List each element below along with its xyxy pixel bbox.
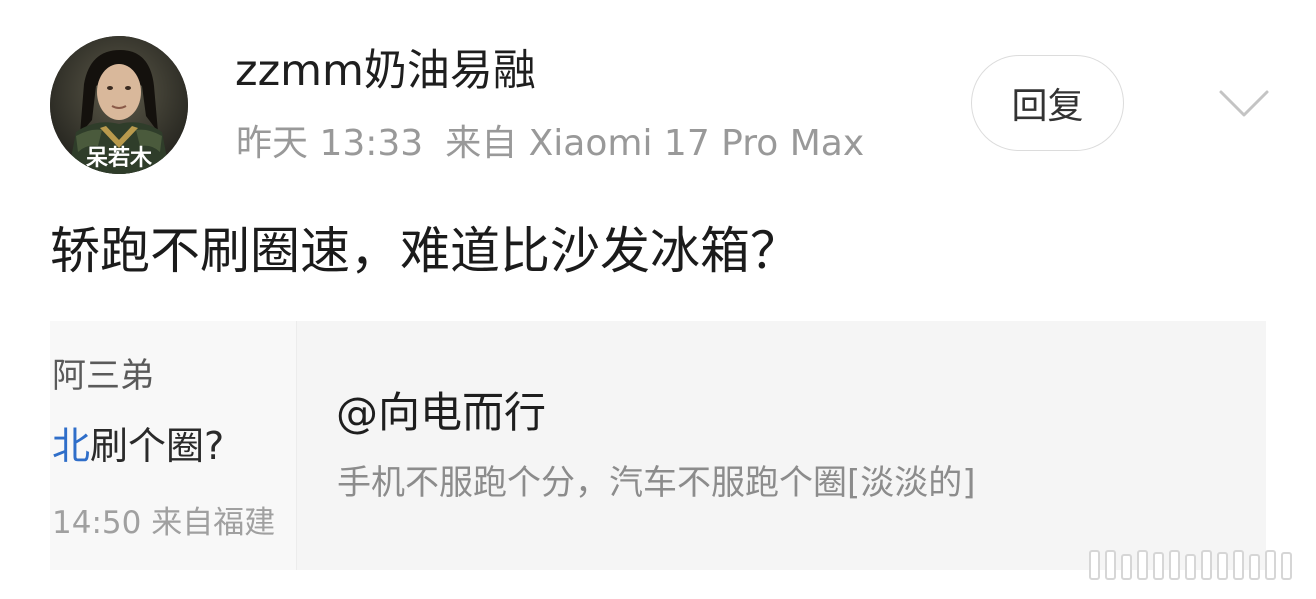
watermark-icon (1089, 550, 1292, 580)
avatar-portrait: 呆若木 (50, 36, 188, 174)
post-time: 昨天 13:33 (236, 123, 424, 164)
thumbnail-name: 阿三弟 (52, 356, 154, 396)
avatar[interactable]: 呆若木 (50, 36, 188, 174)
username[interactable]: zzmm奶油易融 (235, 45, 536, 97)
post-meta: 昨天 13:33 来自 Xiaomi 17 Pro Max (236, 122, 864, 166)
quote-thumbnail[interactable]: 阿三弟 北刷个圈? 14:50 来自福建 (50, 321, 297, 570)
avatar-caption: 呆若木 (85, 145, 153, 171)
quote-body: 手机不服跑个分，汽车不服跑个圈[淡淡的] (337, 463, 976, 503)
thumbnail-meta: 14:50 来自福建 (52, 505, 276, 541)
reply-button[interactable]: 回复 (971, 55, 1124, 151)
thumbnail-text: 北刷个圈? (52, 423, 224, 469)
thumbnail-text-highlight: 北 (52, 424, 91, 468)
chevron-down-icon[interactable] (1218, 88, 1270, 120)
post-text: 轿跑不刷圈速，难道比沙发冰箱？ (50, 222, 800, 280)
quote-title[interactable]: @向电而行 (336, 387, 546, 439)
weibo-comment: 呆若木 zzmm奶油易融 昨天 13:33 来自 Xiaomi 17 Pro Ma… (0, 0, 1316, 599)
quote-card[interactable]: 阿三弟 北刷个圈? 14:50 来自福建 @向电而行 手机不服跑个分，汽车不服跑… (50, 321, 1266, 570)
thumbnail-text-rest: 刷个圈? (90, 424, 225, 468)
post-source: 来自 Xiaomi 17 Pro Max (445, 123, 865, 164)
